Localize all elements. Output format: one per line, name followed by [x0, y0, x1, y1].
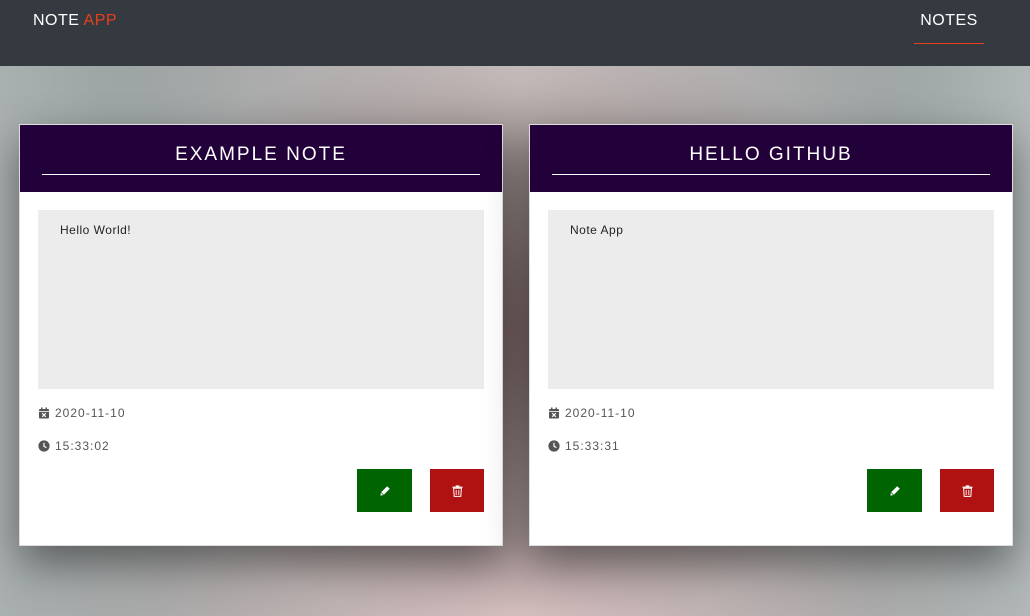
trash-icon — [452, 484, 463, 497]
brand-logo[interactable]: NOTE APP — [33, 12, 117, 30]
note-text: Hello World! — [60, 223, 132, 237]
edit-note-button[interactable] — [357, 469, 412, 512]
nav-link-notes[interactable]: NOTES — [914, 12, 984, 44]
brand-accent: APP — [83, 12, 118, 29]
nav-link-underline — [914, 43, 984, 44]
edit-note-button[interactable] — [867, 469, 922, 512]
note-title-divider — [552, 174, 990, 175]
note-card-header: HELLO GITHUB — [530, 125, 1012, 192]
note-title-divider — [42, 174, 480, 175]
note-date-value: 2020-11-10 — [55, 406, 126, 420]
note-title: HELLO GITHUB — [689, 144, 853, 165]
note-time-value: 15:33:02 — [55, 439, 110, 453]
note-card: EXAMPLE NOTE Hello World! 2020-11-10 15:… — [19, 124, 503, 546]
delete-note-button[interactable] — [430, 469, 484, 512]
trash-icon — [962, 484, 973, 497]
pencil-icon — [889, 485, 901, 497]
calendar-icon — [38, 407, 50, 419]
pencil-icon — [379, 485, 391, 497]
calendar-icon — [548, 407, 560, 419]
nav-link-label: NOTES — [920, 12, 978, 29]
note-text: Note App — [570, 223, 624, 237]
clock-icon — [548, 440, 560, 452]
note-body: Note App — [548, 210, 994, 389]
note-date-value: 2020-11-10 — [565, 406, 636, 420]
clock-icon — [38, 440, 50, 452]
note-date: 2020-11-10 — [548, 405, 636, 421]
note-time-value: 15:33:31 — [565, 439, 620, 453]
delete-note-button[interactable] — [940, 469, 994, 512]
note-title: EXAMPLE NOTE — [175, 144, 347, 165]
note-card: HELLO GITHUB Note App 2020-11-10 15:33:3… — [529, 124, 1013, 546]
note-body: Hello World! — [38, 210, 484, 389]
note-time: 15:33:31 — [548, 438, 620, 454]
navbar: NOTE APP NOTES — [0, 0, 1030, 66]
note-time: 15:33:02 — [38, 438, 110, 454]
note-date: 2020-11-10 — [38, 405, 126, 421]
note-card-header: EXAMPLE NOTE — [20, 125, 502, 192]
brand-primary: NOTE — [33, 12, 80, 29]
